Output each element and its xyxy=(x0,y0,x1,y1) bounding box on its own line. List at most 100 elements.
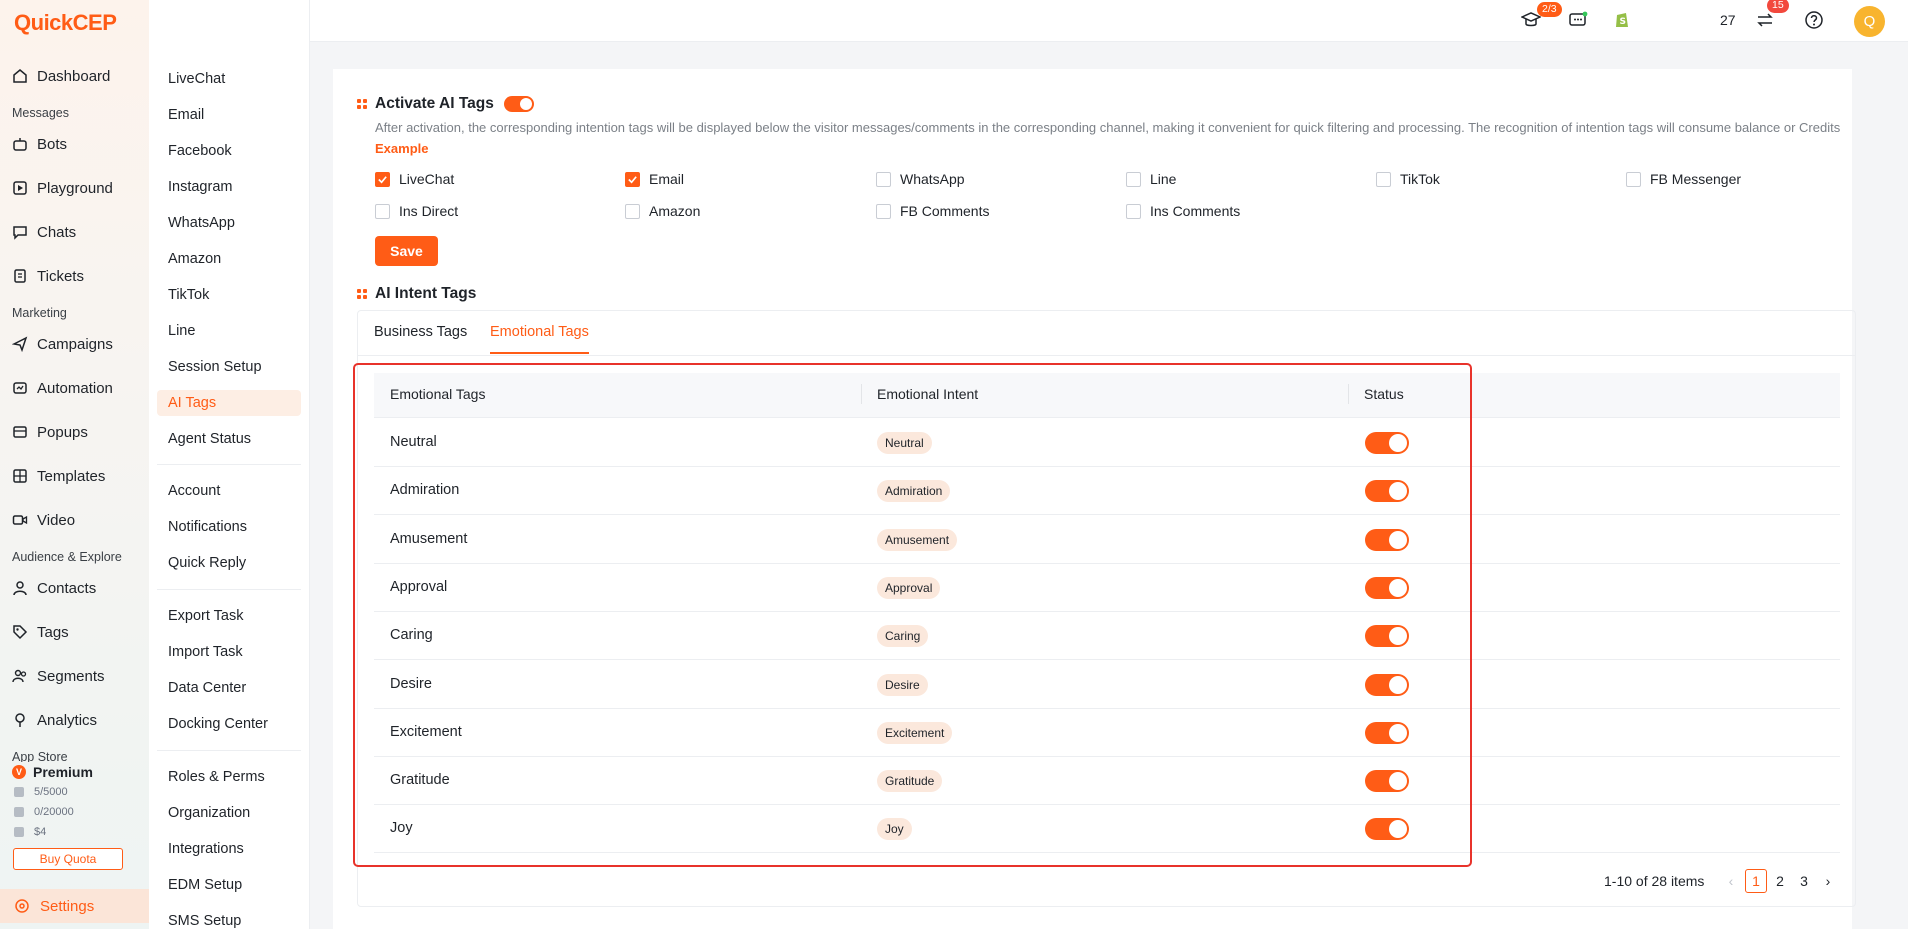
chat-icon xyxy=(12,224,28,240)
subnav-item-instagram[interactable]: Instagram xyxy=(157,174,301,200)
subnav-item-ai-tags[interactable]: AI Tags xyxy=(157,390,301,416)
channel-checkbox-whatsapp[interactable]: WhatsApp xyxy=(876,171,965,187)
channel-checkbox-email[interactable]: Email xyxy=(625,171,684,187)
pagination-page-1[interactable]: 1 xyxy=(1745,869,1767,893)
checkbox-empty-icon[interactable] xyxy=(625,203,640,219)
subnav-item-email[interactable]: Email xyxy=(157,102,301,128)
checkbox-empty-icon[interactable] xyxy=(375,203,390,219)
subnav-item-whatsapp[interactable]: WhatsApp xyxy=(157,210,301,236)
help-icon[interactable] xyxy=(1804,10,1824,30)
left-nav: QuickCEP Dashboard Messages Bots Playgro… xyxy=(0,0,149,929)
quickcep-logo[interactable]: QuickCEP xyxy=(14,10,117,40)
nav-playground-label: Playground xyxy=(37,179,113,197)
status-toggle[interactable] xyxy=(1365,480,1409,503)
pagination-page-2[interactable]: 2 xyxy=(1769,869,1791,893)
subnav-item-amazon[interactable]: Amazon xyxy=(157,246,301,272)
channel-checkbox-tiktok[interactable]: TikTok xyxy=(1376,171,1440,187)
checkbox-empty-icon[interactable] xyxy=(876,203,891,219)
subnav-item-livechat[interactable]: LiveChat xyxy=(157,66,301,92)
nav-segments[interactable]: Segments xyxy=(0,659,149,693)
table-row: Neutral Neutral xyxy=(374,419,1840,467)
subnav-item-edm-setup[interactable]: EDM Setup xyxy=(157,872,301,898)
status-toggle[interactable] xyxy=(1365,721,1409,744)
automation-icon xyxy=(12,380,28,396)
nav-section-messages: Messages xyxy=(12,106,69,120)
status-toggle[interactable] xyxy=(1365,528,1409,551)
buy-quota-button[interactable]: Buy Quota xyxy=(13,848,123,870)
subnav-item-quick-reply[interactable]: Quick Reply xyxy=(157,550,301,576)
subnav-item-roles-perms[interactable]: Roles & Perms xyxy=(157,764,301,790)
user-avatar[interactable]: Q xyxy=(1854,6,1885,37)
nav-tickets[interactable]: Tickets xyxy=(0,259,149,293)
emotional-intent-pill: Approval xyxy=(877,576,941,599)
subnav-item-tiktok[interactable]: TikTok xyxy=(157,282,301,308)
checkbox-checked-icon[interactable] xyxy=(375,171,390,187)
nav-analytics[interactable]: Analytics xyxy=(0,703,149,737)
messages-icon[interactable] xyxy=(1568,10,1588,30)
subnav-item-session-setup[interactable]: Session Setup xyxy=(157,354,301,380)
tab-business-tags[interactable]: Business Tags xyxy=(374,324,467,354)
channel-checkbox-amazon[interactable]: Amazon xyxy=(625,203,700,219)
subnav-item-agent-status[interactable]: Agent Status xyxy=(157,426,301,452)
subnav-item-import-task[interactable]: Import Task xyxy=(157,639,301,665)
shopify-icon[interactable]: S xyxy=(1612,10,1632,30)
save-button[interactable]: Save xyxy=(375,236,438,266)
subnav-item-sms-setup[interactable]: SMS Setup xyxy=(157,908,301,929)
checkbox-empty-icon[interactable] xyxy=(1626,171,1641,187)
logo-rest: uick xyxy=(30,10,74,35)
pagination-next-button[interactable]: › xyxy=(1817,869,1839,893)
nav-chats[interactable]: Chats xyxy=(0,215,149,249)
nav-playground[interactable]: Playground xyxy=(0,171,149,205)
nav-settings-label: Settings xyxy=(40,897,95,915)
nav-bots[interactable]: Bots xyxy=(0,127,149,161)
subnav-item-organization[interactable]: Organization xyxy=(157,800,301,826)
subnav-item-data-center[interactable]: Data Center xyxy=(157,675,301,701)
status-toggle[interactable] xyxy=(1365,770,1409,793)
nav-video[interactable]: Video xyxy=(0,503,149,537)
nav-tags[interactable]: Tags xyxy=(0,615,149,649)
subnav-item-notifications[interactable]: Notifications xyxy=(157,514,301,540)
nav-section-appstore: App Store xyxy=(12,750,68,762)
nav-automation[interactable]: Automation xyxy=(0,371,149,405)
channel-checkbox-livechat[interactable]: LiveChat xyxy=(375,171,454,187)
subnav-item-account[interactable]: Account xyxy=(157,478,301,504)
nav-contacts[interactable]: Contacts xyxy=(0,571,149,605)
checkbox-empty-icon[interactable] xyxy=(1376,171,1391,187)
nav-settings[interactable]: Settings xyxy=(0,889,149,923)
activate-ai-tags-toggle[interactable] xyxy=(503,96,534,112)
nav-templates[interactable]: Templates xyxy=(0,459,149,493)
status-toggle[interactable] xyxy=(1365,818,1409,841)
nav-campaigns[interactable]: Campaigns xyxy=(0,327,149,361)
emotional-intent-pill: Excitement xyxy=(877,721,953,744)
status-toggle[interactable] xyxy=(1365,432,1409,454)
emotional-tag-cell: Joy xyxy=(390,820,413,837)
checkbox-empty-icon[interactable] xyxy=(1126,203,1141,219)
nav-dashboard[interactable]: Dashboard xyxy=(0,59,149,93)
channel-checkbox-ins-direct[interactable]: Ins Direct xyxy=(375,203,458,219)
subnav-item-integrations[interactable]: Integrations xyxy=(157,836,301,862)
subnav-item-docking-center[interactable]: Docking Center xyxy=(157,711,301,737)
checkbox-empty-icon[interactable] xyxy=(876,171,891,187)
subnav-divider xyxy=(157,464,301,465)
tab-emotional-tags[interactable]: Emotional Tags xyxy=(490,324,589,354)
channel-checkbox-ins-comments[interactable]: Ins Comments xyxy=(1126,203,1240,219)
checkbox-empty-icon[interactable] xyxy=(1126,171,1141,187)
nav-popups[interactable]: Popups xyxy=(0,415,149,449)
emotional-tag-cell: Neutral xyxy=(390,434,437,450)
example-link[interactable]: Example xyxy=(375,141,428,156)
status-toggle[interactable] xyxy=(1365,673,1409,696)
checkbox-checked-icon[interactable] xyxy=(625,171,640,187)
bot-icon xyxy=(12,136,28,152)
channel-checkbox-line[interactable]: Line xyxy=(1126,171,1176,187)
status-toggle[interactable] xyxy=(1365,625,1409,648)
pagination-page-3[interactable]: 3 xyxy=(1793,869,1815,893)
subnav-item-export-task[interactable]: Export Task xyxy=(157,603,301,629)
channel-checkbox-fb-messenger[interactable]: FB Messenger xyxy=(1626,171,1741,187)
transfer-icon[interactable] xyxy=(1755,10,1775,30)
channel-checkbox-fb-comments[interactable]: FB Comments xyxy=(876,203,989,219)
subnav-item-facebook[interactable]: Facebook xyxy=(157,138,301,164)
subnav-item-line[interactable]: Line xyxy=(157,318,301,344)
pagination-prev-button[interactable]: ‹ xyxy=(1720,869,1742,893)
table-row: Joy Joy xyxy=(374,805,1840,854)
status-toggle[interactable] xyxy=(1365,576,1409,599)
